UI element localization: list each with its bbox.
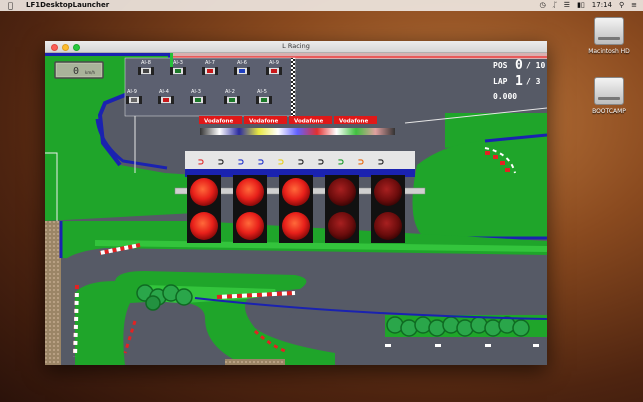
svg-text:⊃: ⊃ bbox=[338, 157, 344, 168]
close-button[interactable] bbox=[51, 44, 58, 51]
speed-unit: km/h bbox=[85, 70, 96, 75]
car-label: AI-7 bbox=[205, 60, 215, 66]
lap-total: / 3 bbox=[526, 77, 541, 86]
banner-text: Vodafone bbox=[294, 119, 323, 125]
svg-text:⊃: ⊃ bbox=[298, 157, 304, 168]
menu-bar:  LF1DesktopLauncher ◷ ᛢ ☰ ▮▯ 17:14 ⚲ ≡ bbox=[0, 0, 643, 11]
window-title: L Racing bbox=[282, 42, 310, 50]
window-titlebar[interactable]: L Racing bbox=[45, 41, 547, 53]
start-light-3 bbox=[279, 175, 313, 243]
lap-value: 1 bbox=[515, 74, 523, 89]
minimize-button[interactable] bbox=[62, 44, 69, 51]
car-label: AI-3 bbox=[173, 60, 183, 66]
menu-list-icon[interactable]: ≡ bbox=[631, 0, 637, 11]
hard-drive-icon bbox=[594, 17, 624, 45]
car-label: AI-9 bbox=[269, 60, 279, 66]
banner-text: Vodafone bbox=[249, 119, 278, 125]
tree-cluster bbox=[386, 316, 530, 337]
position-value: 0 bbox=[515, 58, 523, 73]
car-label: AI-9 bbox=[127, 89, 137, 95]
time-machine-icon[interactable]: ◷ bbox=[539, 0, 545, 11]
speedometer: 0 km/h bbox=[54, 61, 104, 79]
game-window: L Racing 0 km/h AI-8 AI-3 AI-7 AI-6 AI-9… bbox=[45, 41, 547, 365]
lap-label: LAP bbox=[493, 77, 508, 86]
car-label: AI-3 bbox=[191, 89, 201, 95]
zoom-button[interactable] bbox=[73, 44, 80, 51]
svg-text:⊃: ⊃ bbox=[318, 157, 324, 168]
app-menu[interactable]: LF1DesktopLauncher bbox=[26, 0, 109, 11]
svg-text:⊃: ⊃ bbox=[358, 157, 364, 168]
desktop-icon-label: Macintosh HD bbox=[588, 48, 630, 55]
hard-drive-icon bbox=[594, 77, 624, 105]
svg-text:⊃: ⊃ bbox=[278, 157, 284, 168]
position-label: POS bbox=[493, 61, 508, 70]
start-light-5 bbox=[371, 175, 405, 243]
car-label: AI-8 bbox=[141, 60, 151, 66]
clock[interactable]: 17:14 bbox=[592, 0, 612, 11]
car-label: AI-2 bbox=[225, 89, 235, 95]
race-time: 0.000 bbox=[493, 92, 517, 101]
svg-text:⊃: ⊃ bbox=[238, 157, 244, 168]
car-label: AI-4 bbox=[159, 89, 169, 95]
start-light-2 bbox=[233, 175, 267, 243]
bluetooth-icon[interactable]: ᛢ bbox=[553, 0, 557, 11]
banner-text: Vodafone bbox=[204, 119, 233, 125]
search-icon[interactable]: ⚲ bbox=[619, 0, 624, 11]
banner-text: Vodafone bbox=[339, 119, 368, 125]
window-controls bbox=[51, 44, 80, 51]
status-tray: ◷ ᛢ ☰ ▮▯ 17:14 ⚲ ≡ bbox=[539, 0, 637, 11]
race-canvas[interactable]: 0 km/h AI-8 AI-3 AI-7 AI-6 AI-9 AI-9 AI-… bbox=[45, 53, 547, 365]
start-light-4 bbox=[325, 175, 359, 243]
desktop-icon-label: BOOTCAMP bbox=[592, 108, 626, 115]
position-total: / 10 bbox=[526, 61, 545, 70]
desktop-icon-macintosh-hd[interactable]: Macintosh HD bbox=[574, 17, 643, 55]
car-label: AI-5 bbox=[257, 89, 267, 95]
apple-menu-icon[interactable]:  bbox=[8, 0, 13, 11]
svg-text:⊃: ⊃ bbox=[258, 157, 264, 168]
svg-text:⊃: ⊃ bbox=[378, 157, 384, 168]
start-light-1 bbox=[187, 175, 221, 243]
battery-icon[interactable]: ▮▯ bbox=[577, 0, 585, 11]
start-lights bbox=[187, 175, 405, 243]
svg-text:⊃: ⊃ bbox=[198, 157, 204, 168]
speed-value: 0 bbox=[73, 66, 79, 77]
desktop-icon-bootcamp[interactable]: BOOTCAMP bbox=[574, 77, 643, 115]
wifi-icon[interactable]: ☰ bbox=[564, 0, 570, 11]
car-label: AI-6 bbox=[237, 60, 247, 66]
svg-text:⊃: ⊃ bbox=[218, 157, 224, 168]
